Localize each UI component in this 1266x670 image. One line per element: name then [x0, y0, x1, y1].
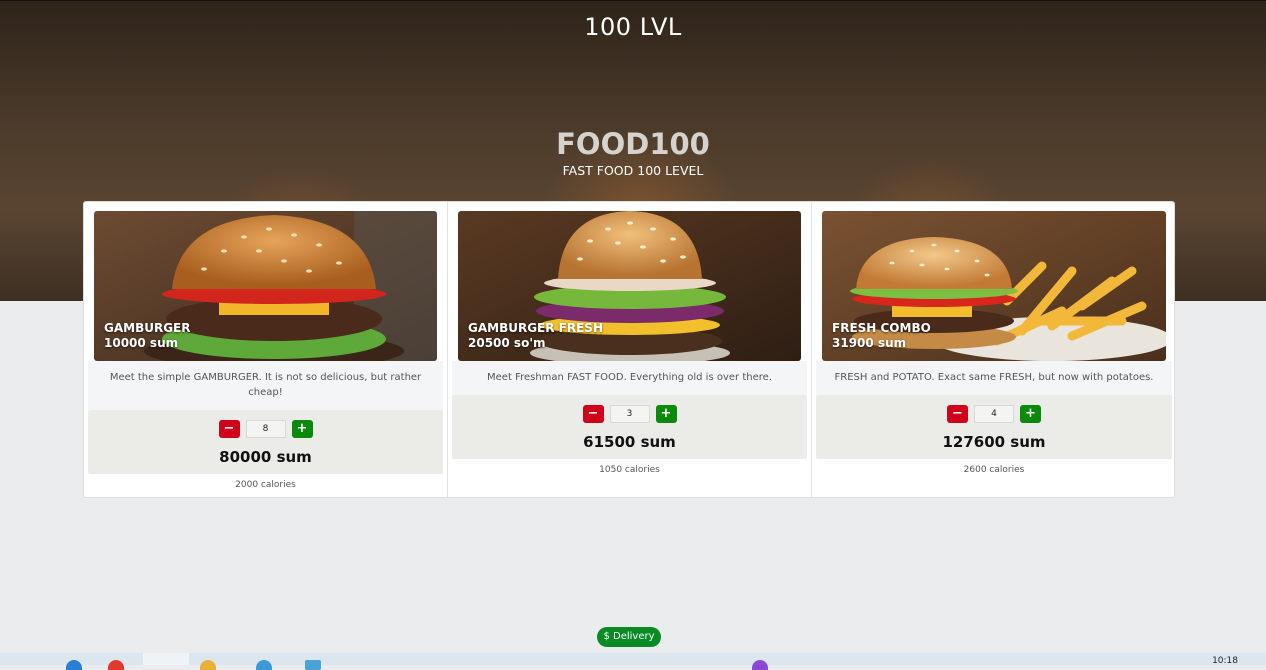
- decrease-button[interactable]: −: [947, 405, 968, 423]
- calories-label: 2600 calories: [963, 465, 1025, 475]
- app-icon[interactable]: [305, 660, 321, 670]
- active-app-tab[interactable]: [143, 653, 189, 665]
- total-price: 80000 sum: [219, 448, 312, 466]
- product-photo: GAMBURGER 10000 sum: [94, 211, 437, 361]
- photo-caption: GAMBURGER FRESH 20500 so'm: [468, 321, 603, 351]
- increase-button[interactable]: +: [1020, 405, 1041, 423]
- product-photo: GAMBURGER FRESH 20500 so'm: [458, 211, 801, 361]
- brand-name: FOOD100: [556, 127, 710, 161]
- product-name: GAMBURGER: [104, 321, 191, 335]
- total-price: 61500 sum: [583, 433, 676, 451]
- product-unit-price: 31900 sum: [832, 336, 907, 350]
- product-photo: FRESH COMBO 31900 sum: [822, 211, 1166, 361]
- product-name: FRESH COMBO: [832, 321, 931, 335]
- app-icon[interactable]: [256, 660, 272, 670]
- quantity-stepper: − 4 +: [816, 405, 1172, 423]
- calories-label: 2000 calories: [235, 480, 296, 490]
- increase-button[interactable]: +: [291, 420, 313, 438]
- product-unit-price: 10000 sum: [104, 336, 179, 350]
- product-description: Meet the simple GAMBURGER. It is not so …: [88, 361, 443, 410]
- decrease-button[interactable]: −: [582, 405, 604, 423]
- quantity-box: − 4 + 127600 sum: [816, 395, 1172, 459]
- product-card-gamburger-fresh: GAMBURGER FRESH 20500 so'm Meet Freshman…: [448, 202, 812, 497]
- quantity-input[interactable]: 3: [609, 405, 650, 423]
- product-cards: GAMBURGER 10000 sum Meet the simple GAMB…: [83, 201, 1175, 498]
- photo-caption: FRESH COMBO 31900 sum: [832, 321, 931, 351]
- delivery-button[interactable]: $ Delivery: [597, 627, 661, 647]
- quantity-box: − 8 + 80000 sum: [88, 410, 443, 474]
- increase-button[interactable]: +: [655, 405, 677, 423]
- app-icon[interactable]: [752, 660, 768, 670]
- tagline: FAST FOOD 100 LEVEL: [562, 163, 704, 178]
- product-unit-price: 20500 so'm: [468, 336, 546, 350]
- folder-icon[interactable]: [200, 660, 216, 670]
- photo-caption: GAMBURGER 10000 sum: [104, 321, 191, 351]
- site-title[interactable]: 100 LVL: [0, 13, 1266, 41]
- decrease-button[interactable]: −: [218, 420, 240, 438]
- quantity-stepper: − 8 +: [88, 420, 443, 438]
- browser-icon[interactable]: [108, 660, 124, 670]
- calories-label: 1050 calories: [599, 465, 660, 475]
- quantity-input[interactable]: 8: [245, 420, 286, 438]
- app-icon[interactable]: [66, 660, 82, 670]
- product-card-gamburger: GAMBURGER 10000 sum Meet the simple GAMB…: [84, 202, 448, 497]
- quantity-box: − 3 + 61500 sum: [452, 395, 807, 459]
- total-price: 127600 sum: [942, 433, 1046, 451]
- product-name: GAMBURGER FRESH: [468, 321, 603, 335]
- os-taskbar: 10:18: [0, 653, 1266, 670]
- product-description: FRESH and POTATO. Exact same FRESH, but …: [816, 361, 1172, 395]
- quantity-input[interactable]: 4: [974, 405, 1014, 423]
- quantity-stepper: − 3 +: [452, 405, 807, 423]
- product-card-fresh-combo: FRESH COMBO 31900 sum FRESH and POTATO. …: [812, 202, 1176, 497]
- product-description: Meet Freshman FAST FOOD. Everything old …: [452, 361, 807, 395]
